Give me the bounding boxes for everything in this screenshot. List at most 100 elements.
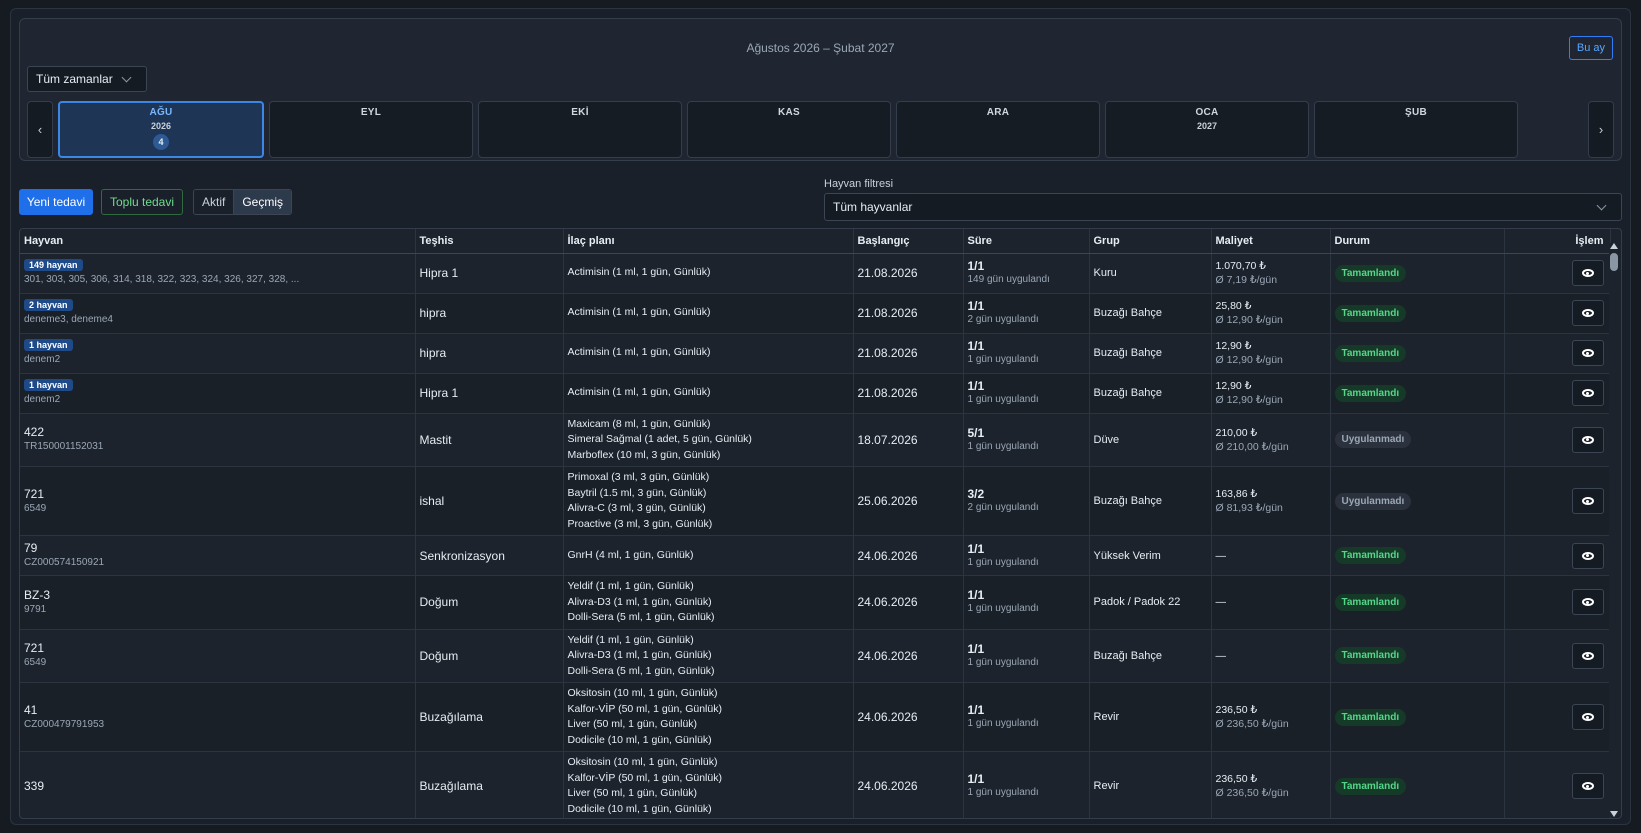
- this-month-button[interactable]: Bu ay: [1569, 36, 1613, 60]
- cell-start-date: 24.06.2026: [853, 575, 964, 630]
- cell-diagnosis: Buzağılama: [415, 682, 564, 752]
- cost-total: 12,90 ₺: [1215, 380, 1252, 392]
- drug-item: Alivra-D3 (1 ml, 1 gün, Günlük): [567, 595, 712, 608]
- cell-actions: [1504, 333, 1611, 374]
- new-treatment-button[interactable]: Yeni tedavi: [19, 189, 93, 215]
- applied-days: 149 gün uygulandı: [967, 274, 1050, 285]
- drug-item: Primoxal (3 ml, 3 gün, Günlük): [567, 471, 710, 483]
- table-row[interactable]: 149 hayvan 301, 303, 305, 306, 314, 318, …: [20, 253, 1611, 294]
- table-scrollbar[interactable]: [1609, 243, 1619, 817]
- month-1[interactable]: EYL: [269, 101, 473, 158]
- drug-item: Oksitosin (10 ml, 1 gün, Günlük): [567, 756, 718, 768]
- applied-days: 1 gün uygulandı: [967, 656, 1039, 668]
- column-header: İşlem: [1504, 229, 1611, 254]
- animal-sub: CZ000479791953: [24, 718, 105, 730]
- table-row[interactable]: 79 CZ000574150921 Senkronizasyon GnrH (4 ml…: [20, 535, 1611, 576]
- cell-drug-plan: Oksitosin (10 ml, 1 gün, Günlük) Kalfor-V…: [563, 682, 854, 752]
- month-name: EKİ: [571, 107, 589, 118]
- month-name: ŞUB: [1404, 107, 1427, 118]
- cell-cost: 210,00 ₺ Ø 210,00 ₺/gün: [1211, 413, 1331, 467]
- cell-cost: 236,50 ₺ Ø 236,50 ₺/gün: [1211, 682, 1331, 752]
- cell-cost: 1.070,70 ₺ Ø 7,19 ₺/gün: [1211, 253, 1331, 294]
- month-year: 2027: [1196, 121, 1218, 131]
- drug-item: Actimisin (1 ml, 1 gün, Günlük): [567, 266, 711, 279]
- prev-months-button[interactable]: ‹: [27, 101, 53, 158]
- table-row[interactable]: BZ-3 9791 Doğum Yeldif (1 ml, 1 gün, Günlük…: [20, 575, 1611, 630]
- cost-total: 210,00 ₺: [1215, 426, 1258, 439]
- view-button[interactable]: [1571, 380, 1604, 406]
- column-header: İlaç planı: [563, 229, 854, 254]
- cell-animal: 339: [20, 751, 416, 818]
- table-row[interactable]: 422 TR150001152031 Mastit Maxicam (8 ml, 1 …: [20, 413, 1611, 467]
- cell-drug-plan: Maxicam (8 ml, 1 gün, Günlük) Simeral Sağ…: [563, 413, 854, 467]
- table-row[interactable]: 41 CZ000479791953 Buzağılama Oksitosin (10 …: [20, 682, 1611, 752]
- bulk-treatment-button[interactable]: Toplu tedavi: [101, 189, 183, 215]
- scroll-up-icon[interactable]: [1610, 243, 1618, 249]
- table-row[interactable]: 721 6549 Doğum Yeldif (1 ml, 1 gün, Günlük)…: [20, 629, 1611, 683]
- month-3[interactable]: KAS: [687, 101, 891, 158]
- drug-item: Dolli-Sera (5 ml, 1 gün, Günlük): [567, 611, 715, 623]
- animal-filter-select[interactable]: Tüm hayvanlar: [824, 193, 1622, 221]
- drug-item: Simeral Sağmal (1 adet, 5 gün, Günlük): [567, 433, 752, 445]
- view-button[interactable]: [1571, 260, 1604, 286]
- cell-status: Tamamlandı: [1330, 535, 1505, 576]
- cell-animal: 721 6549: [20, 466, 416, 536]
- time-range-select[interactable]: Tüm zamanlar: [27, 66, 147, 92]
- table-row[interactable]: 1 hayvan denem2 hipra Actimisin (1 ml, 1 gü…: [20, 333, 1611, 374]
- cost-daily: Ø 7,19 ₺/gün: [1215, 274, 1278, 286]
- cell-cost: —: [1211, 575, 1331, 630]
- cell-drug-plan: Yeldif (1 ml, 1 gün, Günlük) Alivra-D3 (1…: [563, 629, 854, 683]
- drug-item: Baytril (1.5 ml, 3 gün, Günlük): [567, 486, 707, 499]
- status-badge: Tamamlandı: [1334, 547, 1407, 564]
- scroll-down-icon[interactable]: [1610, 811, 1618, 817]
- view-button[interactable]: [1571, 300, 1604, 326]
- applied-days: 1 gün uygulandı: [967, 556, 1039, 568]
- month-4[interactable]: ARA: [896, 101, 1100, 158]
- month-0[interactable]: AĞU 2026 4: [58, 101, 264, 158]
- cell-group: Buzağı Bahçe: [1089, 373, 1212, 414]
- cell-group: Revir: [1089, 751, 1212, 818]
- duration-value: 1/1: [967, 588, 985, 603]
- table-row[interactable]: 339 Buzağılama Oksitosin (10 ml, 1 gün, Gü…: [20, 751, 1611, 818]
- tab-past[interactable]: Geçmiş: [233, 190, 292, 214]
- cell-status: Tamamlandı: [1330, 373, 1505, 414]
- view-button[interactable]: [1571, 704, 1604, 730]
- drug-item: Dolli-Sera (5 ml, 1 gün, Günlük): [567, 664, 715, 677]
- month-5[interactable]: OCA 2027: [1105, 101, 1309, 158]
- month-2[interactable]: EKİ: [478, 101, 682, 158]
- cell-group: Revir: [1089, 682, 1212, 752]
- table-row[interactable]: 721 6549 ishal Primoxal (3 ml, 3 gün, Günlü…: [20, 466, 1611, 536]
- view-button[interactable]: [1571, 542, 1604, 569]
- view-button[interactable]: [1571, 488, 1604, 514]
- view-button[interactable]: [1571, 589, 1604, 616]
- cell-status: Tamamlandı: [1330, 682, 1505, 752]
- scroll-thumb[interactable]: [1610, 253, 1618, 271]
- cost-total: 12,90 ₺: [1215, 340, 1252, 352]
- animal-sub: CZ000574150921: [24, 557, 105, 568]
- cell-animal: 149 hayvan 301, 303, 305, 306, 314, 318, …: [20, 253, 416, 294]
- tab-active[interactable]: Aktif: [194, 190, 234, 214]
- table-row[interactable]: 2 hayvan deneme3, deneme4 hipra Actimisin (…: [20, 293, 1611, 334]
- cell-group: Kuru: [1089, 253, 1212, 294]
- drug-item: Dodicile (10 ml, 1 gün, Günlük): [567, 733, 712, 746]
- cell-start-date: 24.06.2026: [853, 682, 964, 752]
- cell-start-date: 24.06.2026: [853, 751, 964, 818]
- cell-cost: 12,90 ₺ Ø 12,90 ₺/gün: [1211, 333, 1331, 374]
- month-6[interactable]: ŞUB: [1314, 101, 1518, 158]
- cell-group: Padok / Padok 22: [1089, 575, 1212, 630]
- cost-daily: Ø 81,93 ₺/gün: [1215, 502, 1283, 514]
- view-button[interactable]: [1571, 773, 1604, 799]
- cell-start-date: 25.06.2026: [853, 466, 964, 536]
- animal-count-badge: 149 hayvan: [24, 259, 83, 271]
- view-button[interactable]: [1571, 426, 1604, 453]
- duration-value: 1/1: [967, 339, 985, 353]
- table-row[interactable]: 1 hayvan denem2 Hipra 1 Actimisin (1 ml, 1 …: [20, 373, 1611, 414]
- view-button[interactable]: [1571, 340, 1604, 366]
- view-button[interactable]: [1571, 642, 1604, 669]
- animal-sub: denem2: [24, 354, 61, 365]
- cost-total: 236,50 ₺: [1215, 704, 1258, 716]
- next-months-button[interactable]: ›: [1588, 101, 1614, 158]
- cell-animal: BZ-3 9791: [20, 575, 416, 630]
- cell-drug-plan: Oksitosin (10 ml, 1 gün, Günlük) Kalfor-V…: [563, 751, 854, 818]
- animal-sub: 301, 303, 305, 306, 314, 318, 322, 323, …: [24, 274, 300, 285]
